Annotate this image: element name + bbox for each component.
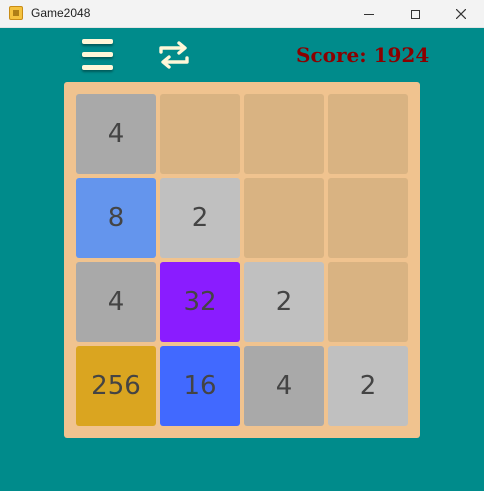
number-tile: 4 [76,94,156,174]
maximize-button[interactable] [392,0,438,28]
empty-tile [328,178,408,258]
close-icon [456,9,466,19]
number-tile: 256 [76,346,156,426]
close-button[interactable] [438,0,484,28]
menu-button[interactable] [78,37,118,73]
number-tile: 2 [328,346,408,426]
empty-tile [244,178,324,258]
window-title: Game2048 [31,6,91,20]
empty-tile [160,94,240,174]
empty-tile [244,94,324,174]
menu-icon [82,65,113,70]
menu-icon [82,52,113,57]
number-tile: 4 [244,346,324,426]
number-tile: 8 [76,178,156,258]
minimize-button[interactable] [346,0,392,28]
menu-icon [82,39,113,44]
number-tile: 16 [160,346,240,426]
number-tile: 2 [160,178,240,258]
game-board: 4 8 2 4 32 2 256 16 4 2 [64,82,420,438]
restart-button[interactable] [155,40,193,70]
maximize-icon [410,9,420,19]
empty-tile [328,262,408,342]
number-tile: 2 [244,262,324,342]
app-icon [9,6,23,20]
number-tile: 4 [76,262,156,342]
score-label: Score: 1924 [296,43,430,67]
restart-icon [159,41,189,69]
number-tile: 32 [160,262,240,342]
window-titlebar: Game2048 [0,0,484,28]
empty-tile [328,94,408,174]
minimize-icon [364,13,374,15]
